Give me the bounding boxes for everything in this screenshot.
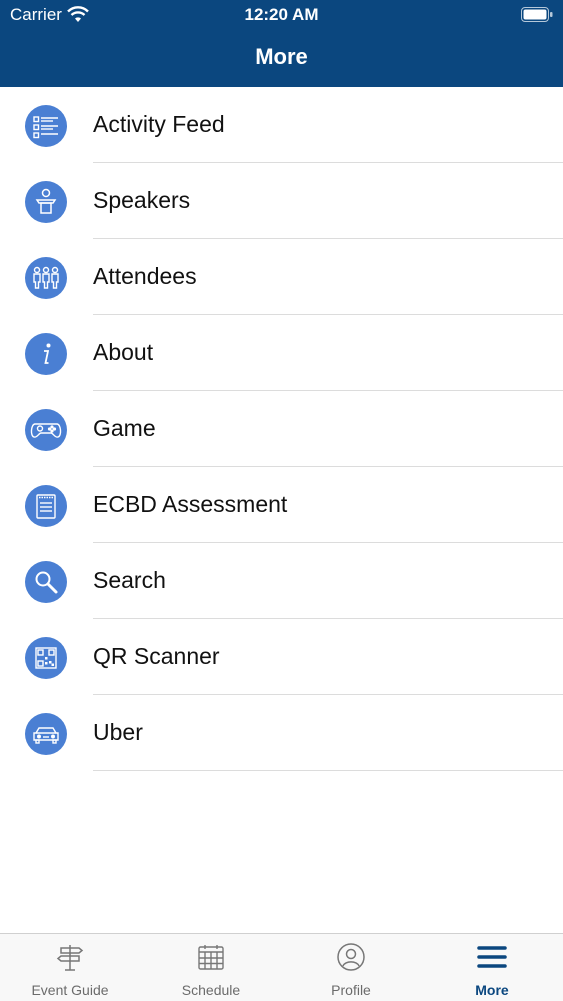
menu-item-uber[interactable]: Uber [0,695,563,771]
notepad-icon [25,485,67,527]
calendar-icon [198,945,224,970]
more-menu-list: Activity Feed Speakers Attendees About G… [0,87,563,771]
nav-header: Carrier 12:20 AM More [0,0,563,87]
tab-profile[interactable]: Profile [281,934,421,1001]
gamepad-icon [25,409,67,451]
tab-label: Profile [331,982,371,998]
tab-more[interactable]: More [422,934,562,1001]
menu-item-label: ECBD Assessment [93,491,288,517]
clock-label: 12:20 AM [244,5,319,24]
tab-bar: Event Guide Schedule Profile More [0,933,563,1001]
tab-schedule[interactable]: Schedule [141,934,281,1001]
divider [93,770,563,771]
search-icon [25,561,67,603]
menu-item-speakers[interactable]: Speakers [0,163,563,239]
people-icon [25,257,67,299]
page-title: More [255,44,308,69]
list-icon [25,105,67,147]
menu-item-label: Game [93,415,156,441]
menu-item-game[interactable]: Game [0,391,563,467]
menu-icon [477,946,507,968]
menu-item-ecbd-assessment[interactable]: ECBD Assessment [0,467,563,543]
menu-item-qr-scanner[interactable]: QR Scanner [0,619,563,695]
menu-item-activity-feed[interactable]: Activity Feed [0,87,563,163]
menu-item-label: Uber [93,719,143,745]
info-icon [25,333,67,375]
menu-item-label: Attendees [93,263,197,289]
podium-icon [25,181,67,223]
menu-item-attendees[interactable]: Attendees [0,239,563,315]
car-icon [25,713,67,755]
menu-item-search[interactable]: Search [0,543,563,619]
tab-event-guide[interactable]: Event Guide [0,934,140,1001]
menu-item-label: Activity Feed [93,111,225,137]
menu-item-label: QR Scanner [93,643,220,669]
profile-icon [337,943,365,971]
battery-icon [521,7,553,22]
qr-code-icon [25,637,67,679]
menu-item-about[interactable]: About [0,315,563,391]
tab-label: More [475,982,509,998]
status-bar: Carrier 12:20 AM [0,0,563,30]
menu-item-label: Speakers [93,187,191,213]
tab-label: Event Guide [31,982,109,998]
signpost-icon [56,945,84,971]
tab-label: Schedule [181,982,241,998]
menu-item-label: About [93,339,154,365]
menu-item-label: Search [93,567,166,593]
